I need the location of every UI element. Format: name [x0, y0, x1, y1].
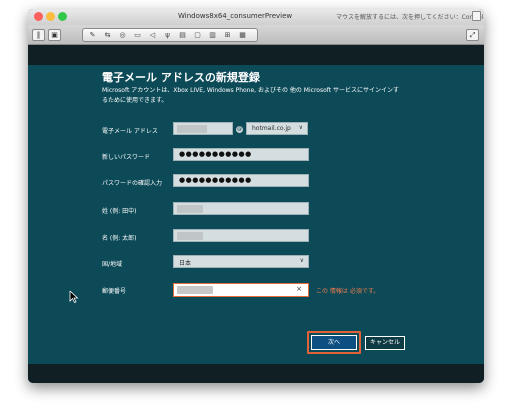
- screen-top-band: [28, 45, 484, 65]
- confirm-password-field[interactable]: ●●●●●●●●●●●: [173, 174, 309, 187]
- password-value: ●●●●●●●●●●●: [179, 150, 252, 158]
- chevron-down-icon: ∨: [298, 124, 303, 131]
- next-button[interactable]: 次へ: [311, 335, 357, 350]
- folder-icon[interactable]: ▢: [191, 29, 204, 41]
- usb-icon[interactable]: ψ: [161, 29, 174, 41]
- sound-icon[interactable]: ◁: [146, 29, 159, 41]
- minimize-window-button[interactable]: [46, 12, 55, 21]
- lastname-field[interactable]: [173, 202, 309, 215]
- page-title: 電子メール アドレスの新規登録: [102, 71, 260, 84]
- fullscreen-icon[interactable]: ⤢: [466, 29, 479, 41]
- password-label: 新しいパスワード: [102, 154, 151, 161]
- window-titlebar[interactable]: Windows8x64_consumerPreview マウスを解放するには、次…: [28, 9, 484, 25]
- cd-icon[interactable]: ◎: [116, 29, 129, 41]
- chevron-down-icon: ∨: [299, 257, 304, 264]
- screen-bottom-band: [28, 364, 484, 383]
- at-sign-icon: @: [236, 126, 243, 133]
- firstname-field[interactable]: [173, 229, 309, 242]
- window-title: Windows8x64_consumerPreview: [178, 12, 293, 20]
- monitor-icon[interactable]: ▦: [236, 29, 249, 41]
- disk-icon[interactable]: ▭: [131, 29, 144, 41]
- email-username-field[interactable]: [173, 122, 233, 135]
- confirm-password-value: ●●●●●●●●●●●: [179, 176, 252, 184]
- release-mouse-hint: マウスを解放するには、次を押してください：Control-⌘: [336, 14, 484, 21]
- camera-icon[interactable]: ▤: [176, 29, 189, 41]
- country-value: 日本: [179, 260, 192, 267]
- snapshot-icon[interactable]: ▣: [48, 29, 61, 41]
- country-label: 国/地域: [102, 261, 123, 268]
- clear-icon[interactable]: ×: [296, 285, 302, 293]
- zoom-window-button[interactable]: [58, 12, 67, 21]
- close-window-button[interactable]: [34, 12, 43, 21]
- postal-error-message: この 情報は 必須です。: [316, 288, 380, 295]
- mouse-cursor-icon: [69, 291, 79, 303]
- email-domain-select[interactable]: hotmail.co.jp ∨: [246, 122, 308, 135]
- email-label: 電子メール アドレス: [102, 128, 158, 135]
- country-select[interactable]: 日本 ∨: [173, 255, 309, 268]
- postal-label: 郵便番号: [102, 288, 127, 295]
- lastname-label: 姓 (例: 田中): [102, 208, 137, 215]
- vm-window: Windows8x64_consumerPreview マウスを解放するには、次…: [28, 9, 484, 383]
- firstname-label: 名 (例: 太郎): [102, 235, 137, 242]
- redacted-text: [177, 286, 213, 294]
- redacted-text: [177, 205, 203, 213]
- vm-toolbar: ‖ ▣ ✎ ⇆ ◎ ▭ ◁ ψ ▤ ▢ ▥ ⊞ ▦ ⤢: [28, 25, 484, 45]
- device-toolbar-group: ✎ ⇆ ◎ ▭ ◁ ψ ▤ ▢ ▥ ⊞ ▦: [82, 28, 258, 42]
- page-description: Microsoft アカウントは、Xbox LIVE, Windows Phon…: [102, 87, 400, 104]
- fullscreen-toggle-icon[interactable]: [472, 11, 481, 21]
- redacted-text: [177, 125, 207, 133]
- postal-code-field[interactable]: ×: [173, 283, 309, 297]
- network-icon[interactable]: ⇆: [101, 29, 114, 41]
- confirm-password-label: パスワードの確認入力: [102, 180, 163, 187]
- cancel-button[interactable]: キャンセル: [365, 336, 405, 350]
- shared-icon[interactable]: ▥: [206, 29, 219, 41]
- printer-icon[interactable]: ⊞: [221, 29, 234, 41]
- redacted-text: [177, 232, 203, 240]
- email-domain-value: hotmail.co.jp: [252, 125, 291, 132]
- settings-icon[interactable]: ✎: [86, 29, 99, 41]
- password-field[interactable]: ●●●●●●●●●●●: [173, 148, 309, 161]
- pause-icon[interactable]: ‖: [32, 29, 45, 41]
